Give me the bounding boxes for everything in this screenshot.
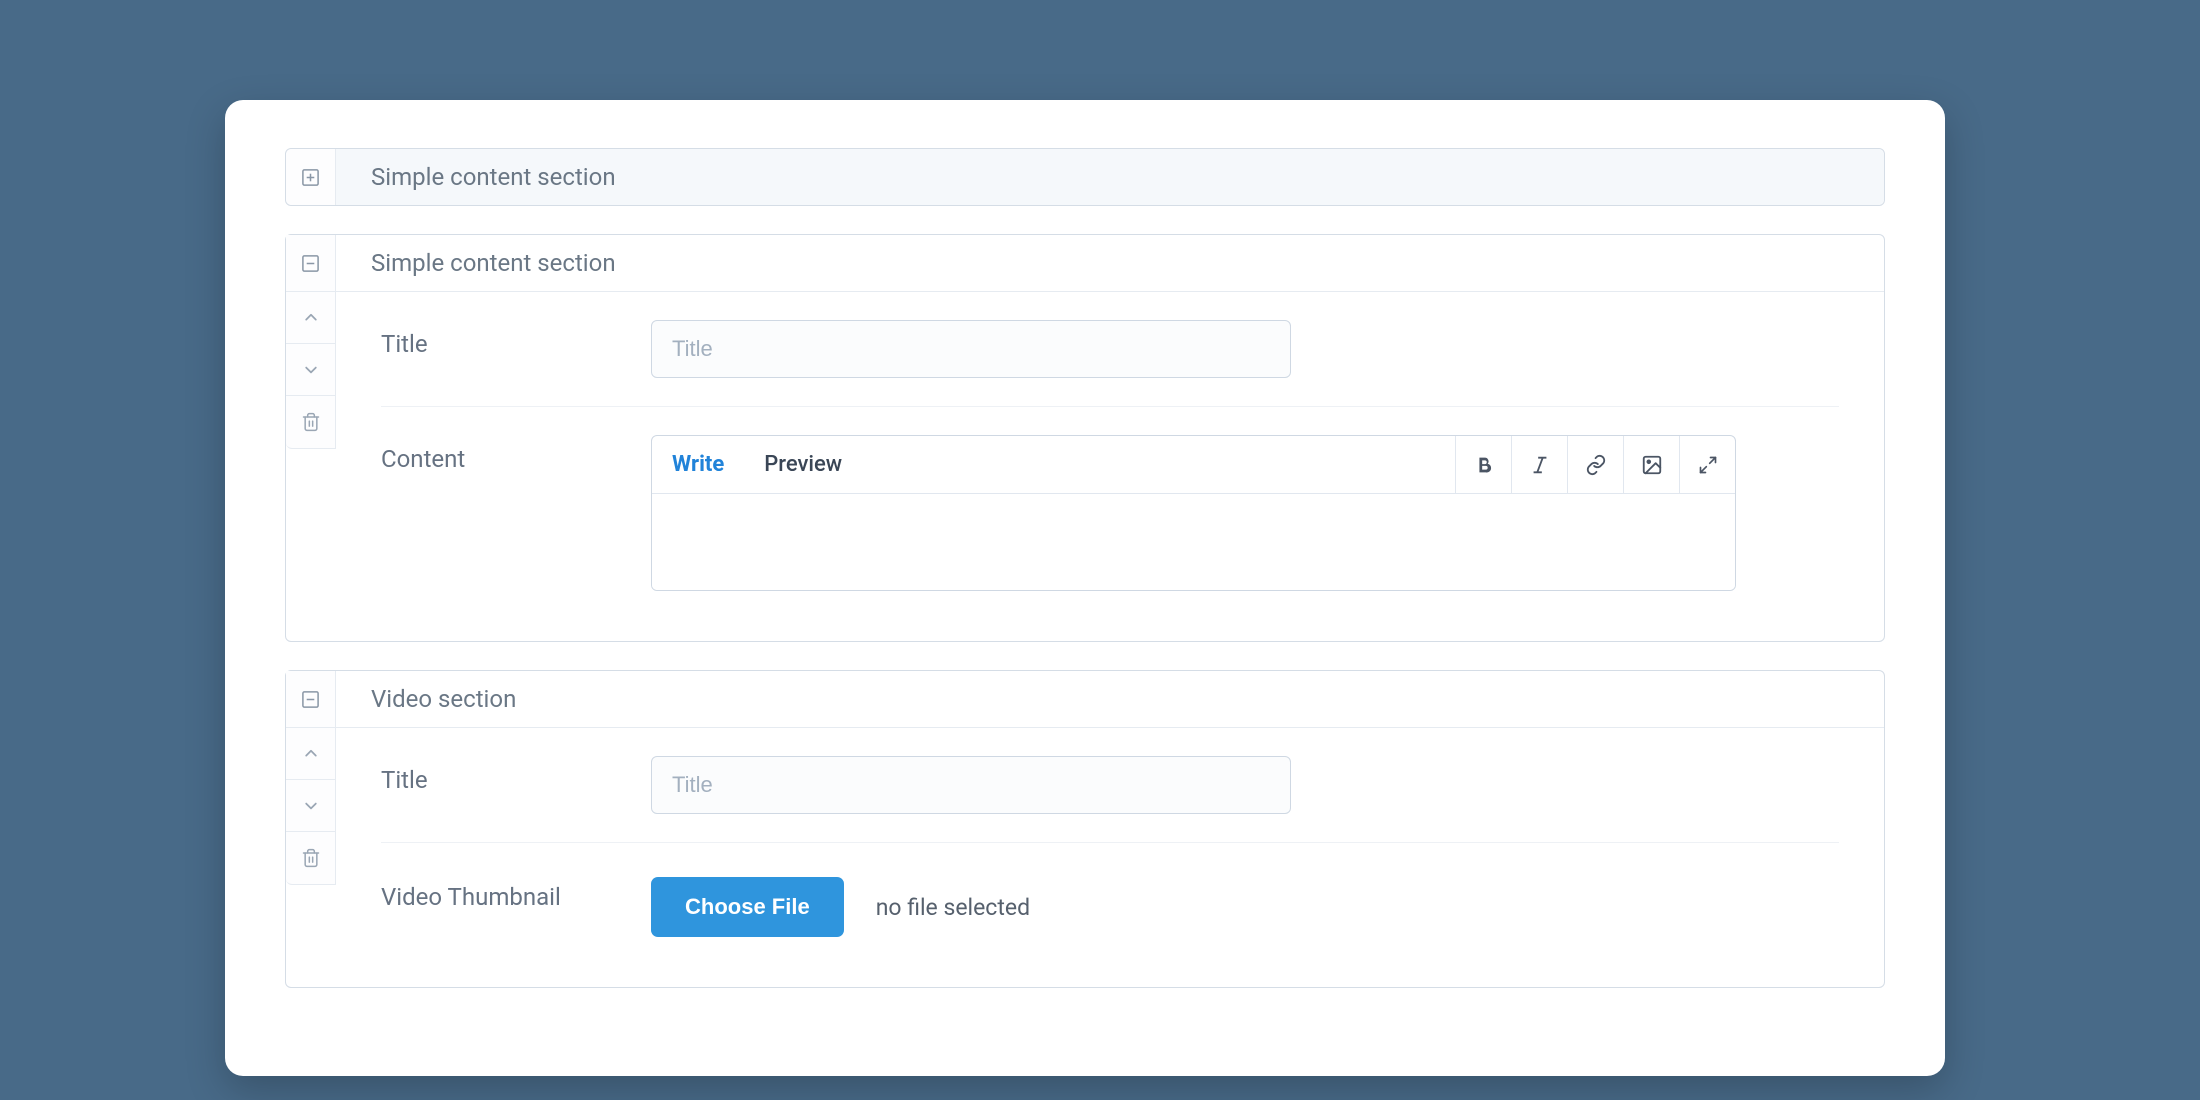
section-title: Video section [336, 685, 516, 713]
italic-icon [1529, 454, 1551, 476]
file-status-text: no file selected [876, 894, 1030, 921]
tab-write[interactable]: Write [652, 436, 744, 493]
expand-icon [1698, 455, 1718, 475]
expand-toggle[interactable] [286, 149, 336, 205]
move-down-button[interactable] [286, 344, 335, 396]
section-header[interactable]: Simple content section [286, 235, 1884, 292]
chevron-down-icon [303, 362, 319, 378]
italic-button[interactable] [1511, 436, 1567, 493]
tab-preview[interactable]: Preview [744, 436, 862, 493]
editor-textarea[interactable] [652, 494, 1735, 590]
content-label: Content [381, 435, 651, 473]
choose-file-button[interactable]: Choose File [651, 877, 844, 937]
collapse-toggle[interactable] [286, 671, 336, 727]
section-side-controls [286, 728, 336, 885]
section-video: Video section [285, 670, 1885, 988]
section-header[interactable]: Video section [286, 671, 1884, 728]
field-video-thumbnail: Video Thumbnail Choose File no file sele… [381, 843, 1839, 987]
chevron-up-icon [303, 746, 319, 762]
delete-button[interactable] [286, 832, 335, 884]
title-label: Title [381, 320, 651, 358]
plus-square-icon [301, 168, 320, 187]
minus-square-icon [301, 690, 320, 709]
chevron-up-icon [303, 310, 319, 326]
field-content: Content Write Preview [381, 407, 1839, 641]
bold-button[interactable] [1455, 436, 1511, 493]
image-button[interactable] [1623, 436, 1679, 493]
delete-button[interactable] [286, 396, 335, 448]
fullscreen-button[interactable] [1679, 436, 1735, 493]
move-up-button[interactable] [286, 728, 335, 780]
move-down-button[interactable] [286, 780, 335, 832]
field-title: Title [381, 728, 1839, 843]
section-add-simple-content: Simple content section [285, 148, 1885, 206]
title-input[interactable] [651, 320, 1291, 378]
link-button[interactable] [1567, 436, 1623, 493]
image-icon [1641, 454, 1663, 476]
section-header[interactable]: Simple content section [286, 149, 1884, 205]
field-title: Title [381, 292, 1839, 407]
thumbnail-label: Video Thumbnail [381, 871, 651, 913]
markdown-editor: Write Preview [651, 435, 1736, 591]
trash-icon [301, 848, 321, 868]
section-title: Simple content section [336, 163, 616, 191]
section-simple-content: Simple content section [285, 234, 1885, 642]
form-card: Simple content section Simple content se… [225, 100, 1945, 1076]
link-icon [1585, 454, 1607, 476]
title-label: Title [381, 756, 651, 794]
trash-icon [301, 412, 321, 432]
section-side-controls [286, 292, 336, 449]
minus-square-icon [301, 254, 320, 273]
chevron-down-icon [303, 798, 319, 814]
editor-toolbar: Write Preview [652, 436, 1735, 494]
collapse-toggle[interactable] [286, 235, 336, 291]
move-up-button[interactable] [286, 292, 335, 344]
section-title: Simple content section [336, 249, 616, 277]
title-input[interactable] [651, 756, 1291, 814]
bold-icon [1473, 454, 1495, 476]
